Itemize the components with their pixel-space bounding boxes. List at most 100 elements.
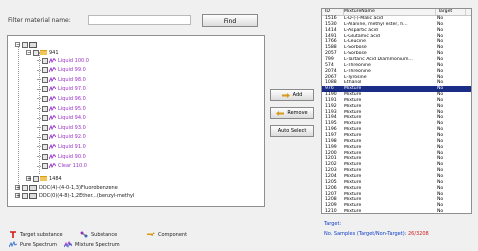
checkbox-icon[interactable] — [42, 153, 48, 160]
target-label: Target: — [324, 221, 342, 227]
legend-pure-spectrum: Pure Spectrum — [9, 241, 57, 248]
tree-group-label: 941 — [49, 49, 59, 56]
legend-label: Pure Spectrum — [20, 241, 57, 248]
tree-group-row[interactable]: + 1484 — [26, 175, 62, 182]
tree-guide-line — [18, 44, 19, 190]
checkbox-icon[interactable] — [42, 57, 48, 64]
tree-item-row[interactable]: + DDC(4)-(4-0-1,3)Fluorobenzene — [15, 184, 118, 191]
tree-guide-line — [37, 156, 41, 157]
mixture-spectrum-icon — [49, 153, 56, 159]
checkbox-icon[interactable] — [42, 95, 48, 102]
column-header-id[interactable]: ID — [322, 9, 344, 15]
tree-leaf-label: Liquid 92.0 — [58, 134, 86, 141]
mixture-spectrum-icon — [49, 163, 56, 169]
checkbox-icon[interactable] — [42, 115, 48, 122]
checkbox-icon[interactable] — [42, 143, 48, 150]
tree-leaf-row[interactable]: Liquid 92.0 — [37, 134, 86, 141]
tree-expand-toggle[interactable]: + — [15, 193, 20, 199]
mixture-spectrum-icon — [49, 95, 56, 102]
tree-guide-line — [37, 127, 41, 129]
mixture-spectrum-icon — [49, 67, 56, 73]
checkbox-icon[interactable] — [42, 124, 48, 131]
folder-icon — [40, 50, 47, 55]
tree-leaf-row[interactable]: Liquid 93.0 — [37, 124, 86, 131]
legend-target-substance: Target substance — [9, 231, 63, 238]
add-button-label: Add — [292, 92, 303, 98]
tree-leaf-label: Liquid 99.0 — [58, 67, 86, 74]
mixture-spectrum-icon — [49, 134, 56, 140]
column-header-name[interactable]: MixtureName — [344, 9, 436, 15]
tree-leaf-row[interactable]: Clear 110.0 — [37, 163, 87, 170]
tree-leaf-row[interactable]: Liquid 99.0 — [37, 67, 86, 74]
column-header-target[interactable]: Target — [436, 9, 466, 15]
tree-leaf-label: Liquid 95.0 — [58, 105, 86, 112]
remove-button[interactable]: Remove — [270, 107, 314, 119]
mixture-spectrum-icon — [49, 143, 56, 150]
checkbox-icon[interactable] — [33, 175, 39, 182]
tree-leaf-row[interactable]: Liquid 94.0 — [37, 115, 86, 122]
substance-icon — [29, 184, 37, 191]
checkbox-icon[interactable] — [22, 192, 28, 199]
tree-leaf-row[interactable]: Liquid 98.0 — [37, 76, 86, 83]
find-button[interactable]: Find — [202, 14, 258, 27]
checkbox-icon[interactable] — [42, 163, 48, 170]
remove-button-label: Remove — [287, 110, 308, 116]
tree-leaf-label: Liquid 98.0 — [58, 76, 86, 83]
tree-collapse-toggle[interactable]: − — [15, 42, 20, 48]
checkbox-icon[interactable] — [42, 134, 48, 141]
mixture-spectrum-icon — [49, 105, 56, 111]
table-cell-target: No — [437, 209, 444, 214]
folder-icon — [40, 176, 47, 181]
arrow-left-icon — [276, 110, 285, 116]
tree-leaf-row[interactable]: Liquid 96.0 — [37, 95, 86, 102]
tree-leaf-row[interactable]: Liquid 90.0 — [37, 153, 86, 160]
auto-select-button[interactable]: Auto Select — [270, 125, 314, 137]
tree-leaf-label: Liquid 96.0 — [58, 95, 86, 102]
filter-label: Filter material name: — [8, 17, 71, 24]
mixture-spectrum-icon — [49, 57, 56, 63]
tree-leaf-row[interactable]: Liquid 95.0 — [37, 105, 86, 112]
checkbox-icon[interactable] — [42, 67, 48, 74]
table-row[interactable]: 1210 Mixture No — [322, 209, 471, 214]
mixture-table[interactable]: ID MixtureName Target 1516 L-D-(-)-Malic … — [321, 8, 472, 214]
tree-guide-line — [37, 117, 41, 119]
tree-leaf-label: Liquid 90.0 — [58, 153, 86, 160]
checkbox-icon[interactable] — [42, 76, 48, 83]
arrow-right-icon — [281, 92, 290, 98]
tree-guide-line — [37, 60, 41, 61]
checkbox-icon[interactable] — [22, 184, 28, 191]
mixture-spectrum-icon — [49, 115, 56, 121]
tree-collapse-toggle[interactable]: − — [26, 50, 31, 56]
tree-expand-toggle[interactable]: + — [26, 176, 31, 182]
tree-leaf-label: Clear 110.0 — [58, 163, 87, 170]
add-button[interactable]: Add — [270, 89, 314, 101]
pure-spectrum-icon — [9, 241, 17, 248]
legend-component: Component — [147, 231, 187, 238]
tree-expand-toggle[interactable]: + — [15, 185, 20, 191]
checkbox-icon[interactable] — [33, 49, 39, 56]
tree-group-label: 1484 — [49, 175, 62, 182]
tree-group-row[interactable]: − 941 — [26, 49, 59, 56]
mixture-spectrum-icon — [49, 86, 56, 92]
table-cell-name: Mixture — [344, 209, 362, 214]
legend-label: Target substance — [20, 231, 63, 238]
checkbox-icon[interactable] — [42, 86, 48, 93]
filter-input[interactable] — [88, 15, 191, 25]
tree-leaf-row[interactable]: Liquid 100.0 — [37, 57, 89, 64]
tree-item-label: DDC(4)-(4-0-1,3)Fluorobenzene — [39, 184, 118, 191]
tree-guide-line — [37, 88, 41, 90]
mixture-spectrum-icon — [64, 241, 72, 248]
tree-root-row[interactable]: − — [15, 41, 39, 48]
table-header: ID MixtureName Target — [322, 9, 471, 16]
legend-label: Mixture Spectrum — [75, 241, 120, 248]
sample-count-value: 26/3208 — [407, 231, 429, 237]
tree-item-row[interactable]: + DDC(0)(4-8)-1,2Ether...(benzyl-methyl — [15, 192, 134, 199]
tree-leaf-row[interactable]: Liquid 97.0 — [37, 86, 86, 93]
mixture-spectrum-icon — [49, 124, 56, 130]
tree-leaf-label: Liquid 94.0 — [58, 115, 86, 122]
tree-leaf-row[interactable]: Liquid 91.0 — [37, 143, 86, 150]
substance-icon — [80, 231, 88, 238]
material-tree[interactable]: − − 941 Liquid 100.0 Liquid 99.0 Liquid 98… — [7, 35, 265, 207]
checkbox-icon[interactable] — [42, 105, 48, 112]
checkbox-icon[interactable] — [22, 41, 28, 48]
